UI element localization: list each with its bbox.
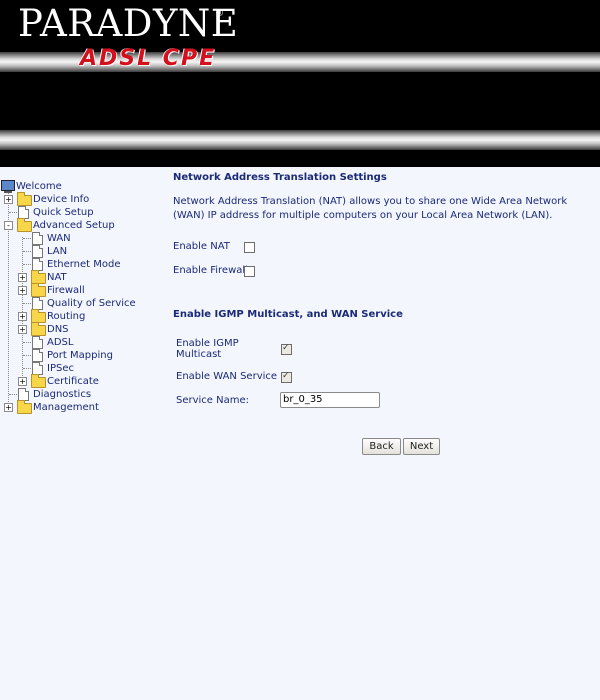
registered-mark: ® xyxy=(215,9,224,19)
service-name-input[interactable]: br_0_35 xyxy=(280,392,380,408)
enable-nat-checkbox[interactable] xyxy=(244,242,255,253)
enable-nat-label: Enable NAT xyxy=(173,241,230,252)
tree-connector xyxy=(9,394,17,395)
page-icon xyxy=(32,336,43,349)
tree-connector xyxy=(23,368,31,369)
tree-guide-advanced xyxy=(22,237,23,382)
expand-icon[interactable]: + xyxy=(18,273,27,282)
tree-connector xyxy=(23,264,31,265)
page-icon xyxy=(32,349,43,362)
page-icon xyxy=(32,245,43,258)
header-stripe-bottom xyxy=(0,130,600,150)
service-name-label: Service Name: xyxy=(176,395,250,406)
folder-icon xyxy=(17,192,32,206)
collapse-icon[interactable]: - xyxy=(4,221,13,230)
folder-icon xyxy=(17,400,32,414)
nat-description: Network Address Translation (NAT) allows… xyxy=(173,196,568,221)
header-banner: PARADYNE ® ADSL CPE xyxy=(0,0,600,167)
monitor-icon xyxy=(1,180,15,193)
product-name: ADSL CPE xyxy=(80,46,217,71)
enable-igmp-label-line2: Multicast xyxy=(176,349,222,360)
enable-firewall-checkbox[interactable] xyxy=(244,266,255,277)
page-icon xyxy=(32,232,43,245)
enable-wan-service-checkbox[interactable] xyxy=(281,371,292,383)
expand-icon[interactable]: + xyxy=(4,403,13,412)
igmp-wan-title: Enable IGMP Multicast, and WAN Service xyxy=(173,309,403,320)
brand-logo: PARADYNE xyxy=(18,2,239,45)
enable-igmp-label-line1: Enable IGMP xyxy=(176,338,239,349)
expand-icon[interactable]: + xyxy=(18,286,27,295)
folder-icon xyxy=(31,374,46,388)
expand-icon[interactable]: + xyxy=(18,377,27,386)
expand-icon[interactable]: + xyxy=(4,195,13,204)
folder-open-icon xyxy=(17,218,32,232)
enable-wan-service-label: Enable WAN Service xyxy=(176,371,278,382)
enable-igmp-checkbox[interactable] xyxy=(281,343,292,355)
tree-connector xyxy=(23,303,31,304)
back-button[interactable]: Back xyxy=(362,438,401,455)
tree-connector xyxy=(9,212,17,213)
expand-icon[interactable]: + xyxy=(18,325,27,334)
folder-icon xyxy=(31,322,46,336)
next-button[interactable]: Next xyxy=(403,438,440,455)
tree-connector xyxy=(23,342,31,343)
tree-connector xyxy=(23,251,31,252)
expand-icon[interactable]: + xyxy=(18,312,27,321)
tree-connector xyxy=(23,355,31,356)
folder-icon xyxy=(31,283,46,297)
enable-firewall-label: Enable Firewall xyxy=(173,265,248,276)
enable-igmp-label: Enable IGMP Multicast xyxy=(176,338,239,360)
nat-settings-title: Network Address Translation Settings xyxy=(173,172,387,183)
tree-connector xyxy=(23,238,31,239)
